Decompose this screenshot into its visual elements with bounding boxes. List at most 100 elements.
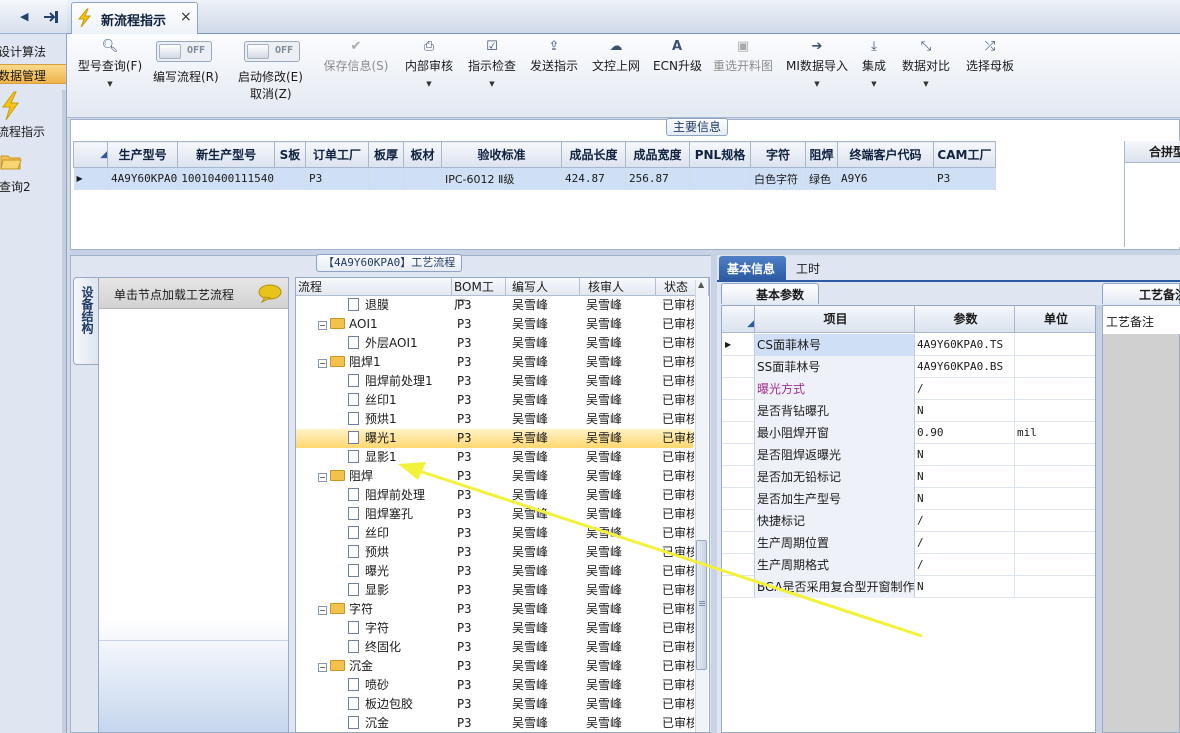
tree-row[interactable]: 喷砂 P3 吴雪峰 吴雪峰 已审核 xyxy=(296,676,694,695)
query-button[interactable]: 🔍︎ 型号查询(F) ▼ xyxy=(75,34,145,114)
col-4[interactable]: 板厚 xyxy=(367,141,404,168)
param-item-cell[interactable]: 生产周期格式 xyxy=(755,554,915,576)
col-bom-factory[interactable]: BOM工厂 xyxy=(452,278,506,312)
param-unit-cell[interactable] xyxy=(1015,510,1095,532)
tree-row[interactable]: 预烘 P3 吴雪峰 吴雪峰 已审核 xyxy=(296,543,694,562)
param-value-cell[interactable]: 0.90 xyxy=(915,422,1015,444)
tree-leaf-node[interactable]: 显影 xyxy=(348,581,389,600)
table-cell[interactable] xyxy=(368,167,404,190)
col-reviewer[interactable]: 核审人 xyxy=(580,278,656,296)
table-cell[interactable] xyxy=(274,167,306,190)
param-unit-cell[interactable] xyxy=(1015,488,1095,510)
param-item-cell[interactable]: 最小阻焊开窗 xyxy=(755,422,915,444)
tree-leaf-node[interactable]: 字符 xyxy=(348,619,389,638)
chevron-down-icon[interactable]: ▼ xyxy=(859,80,889,88)
tree-row[interactable]: 终固化 P3 吴雪峰 吴雪峰 已审核 xyxy=(296,638,694,657)
tab-equipment-structure[interactable]: 设备结构 xyxy=(73,277,98,365)
tab-process-remark[interactable]: 工艺备注 xyxy=(1102,283,1180,304)
ecn-upgrade-button[interactable]: A ECN升级 xyxy=(653,34,702,114)
start-modify-toggle[interactable]: OFF xyxy=(244,41,300,62)
col-2[interactable]: S板 xyxy=(273,141,306,168)
param-item-cell[interactable]: 是否加无铅标记 xyxy=(755,466,915,488)
tree-leaf-node[interactable]: 外层AOI1 xyxy=(348,334,418,353)
param-value-cell[interactable]: / xyxy=(915,510,1015,532)
internal-review-button[interactable]: ⎙ 内部审核 ▼ xyxy=(401,34,457,114)
param-row[interactable]: 曝光方式 / xyxy=(722,378,1095,400)
collapse-icon[interactable]: − xyxy=(318,606,327,615)
param-item-cell[interactable]: 曝光方式 xyxy=(755,378,915,400)
tree-leaf-node[interactable]: 丝印 xyxy=(348,524,389,543)
col-unit[interactable]: 单位 xyxy=(1015,306,1095,333)
nav-item-design-algorithm[interactable]: 设计算法 xyxy=(0,43,46,60)
table-cell[interactable] xyxy=(403,167,442,190)
tree-row[interactable]: − 字符 P3 吴雪峰 吴雪峰 已审核 xyxy=(296,600,694,619)
chevron-down-icon[interactable]: ▼ xyxy=(75,80,145,88)
integrate-button[interactable]: ⤓ 集成 ▼ xyxy=(859,34,889,114)
tree-row[interactable]: 丝印1 P3 吴雪峰 吴雪峰 已审核 xyxy=(296,391,694,410)
param-unit-cell[interactable] xyxy=(1015,576,1095,598)
tree-row[interactable]: − 阻焊1 P3 吴雪峰 吴雪峰 已审核 xyxy=(296,353,694,372)
tab-basic-params[interactable]: 基本参数 xyxy=(721,283,819,304)
col-13[interactable]: CAM工厂 xyxy=(932,141,996,168)
table-cell[interactable]: A9Y6 xyxy=(837,167,934,190)
collapse-icon[interactable]: − xyxy=(318,473,327,482)
param-row[interactable]: 是否加无铅标记 N xyxy=(722,466,1095,488)
tree-folder-node[interactable]: − 沉金 xyxy=(318,657,373,676)
indicator-check-button[interactable]: ☑ 指示检查 ▼ xyxy=(465,34,519,114)
tree-leaf-node[interactable]: 板边包胶 xyxy=(348,695,413,714)
param-item-cell[interactable]: SS面菲林号 xyxy=(755,356,915,378)
tab-work-hours[interactable]: 工时 xyxy=(787,256,832,280)
tree-row[interactable]: 沉金 P3 吴雪峰 吴雪峰 已审核 xyxy=(296,714,694,732)
tab-basic-info[interactable]: 基本信息 xyxy=(719,256,786,280)
tree-leaf-node[interactable]: 沉金 xyxy=(348,714,389,732)
param-row[interactable]: ▶ CS面菲林号 4A9Y60KPA0.TS xyxy=(722,334,1095,356)
param-row[interactable]: SS面菲林号 4A9Y60KPA0.BS xyxy=(722,356,1095,378)
param-item-cell[interactable]: 是否背钻曝孔 xyxy=(755,400,915,422)
param-row[interactable]: 是否加生产型号 N xyxy=(722,488,1095,510)
param-value-cell[interactable]: N xyxy=(915,444,1015,466)
tree-row[interactable]: 曝光 P3 吴雪峰 吴雪峰 已审核 xyxy=(296,562,694,581)
write-flow-toggle[interactable]: OFF xyxy=(156,41,212,62)
param-value-cell[interactable]: N xyxy=(915,466,1015,488)
param-row[interactable]: 快捷标记 / xyxy=(722,510,1095,532)
param-unit-cell[interactable] xyxy=(1015,532,1095,554)
col-process[interactable]: 流程 xyxy=(296,278,452,296)
tree-row[interactable]: 退膜 P3 吴雪峰 吴雪峰 已审核 xyxy=(296,296,694,315)
grid-corner[interactable]: ◢ xyxy=(722,306,755,333)
tree-leaf-node[interactable]: 喷砂 xyxy=(348,676,389,695)
table-cell[interactable] xyxy=(689,167,751,190)
param-unit-cell[interactable] xyxy=(1015,334,1095,356)
table-cell[interactable]: P3 xyxy=(933,167,996,190)
tree-folder-node[interactable]: − AOI1 xyxy=(318,315,378,334)
table-row[interactable]: ▶ 4A9Y60KPA0 10010400111540 P3 IPC-6012 Ⅱ级 4… xyxy=(73,167,1116,190)
tree-leaf-node[interactable]: 丝印1 xyxy=(348,391,397,410)
param-unit-cell[interactable]: mil xyxy=(1015,422,1095,444)
param-unit-cell[interactable] xyxy=(1015,554,1095,576)
tree-row[interactable]: 阻焊前处理 P3 吴雪峰 吴雪峰 已审核 xyxy=(296,486,694,505)
save-button[interactable]: ✔ 保存信息(S) xyxy=(321,34,391,114)
param-row[interactable]: 生产周期格式 / xyxy=(722,554,1095,576)
collapse-icon[interactable]: − xyxy=(318,321,327,330)
param-row[interactable]: 是否背钻曝孔 N xyxy=(722,400,1095,422)
table-cell[interactable]: 256.87 xyxy=(625,167,690,190)
tree-leaf-node[interactable]: 预烘1 xyxy=(348,410,397,429)
param-item-cell[interactable]: 快捷标记 xyxy=(755,510,915,532)
tree-folder-node[interactable]: − 阻焊1 xyxy=(318,353,381,372)
col-7[interactable]: 成品长度 xyxy=(560,141,626,168)
nav-item-data-management[interactable]: 数据管理 xyxy=(0,64,66,84)
table-cell[interactable]: 10010400111540 xyxy=(177,167,275,190)
param-item-cell[interactable]: BGA是否采用复合型开窗制作 xyxy=(755,576,915,598)
col-param[interactable]: 参数 xyxy=(915,306,1015,333)
grid-corner[interactable]: ◢ xyxy=(73,141,108,168)
tree-folder-node[interactable]: − 字符 xyxy=(318,600,373,619)
param-value-cell[interactable]: 4A9Y60KPA0.BS xyxy=(915,356,1015,378)
nav-back-icon[interactable]: ◀ xyxy=(20,10,28,23)
param-value-cell[interactable]: / xyxy=(915,532,1015,554)
chevron-down-icon[interactable]: ▼ xyxy=(786,80,848,88)
tree-scrollbar-thumb[interactable] xyxy=(696,540,707,670)
col-0[interactable]: 生产型号 xyxy=(106,141,179,168)
col-8[interactable]: 成品宽度 xyxy=(624,141,690,168)
chevron-down-icon[interactable]: ▼ xyxy=(401,80,457,88)
param-value-cell[interactable]: 4A9Y60KPA0.TS xyxy=(915,334,1015,356)
chevron-down-icon[interactable]: ▼ xyxy=(899,80,953,88)
